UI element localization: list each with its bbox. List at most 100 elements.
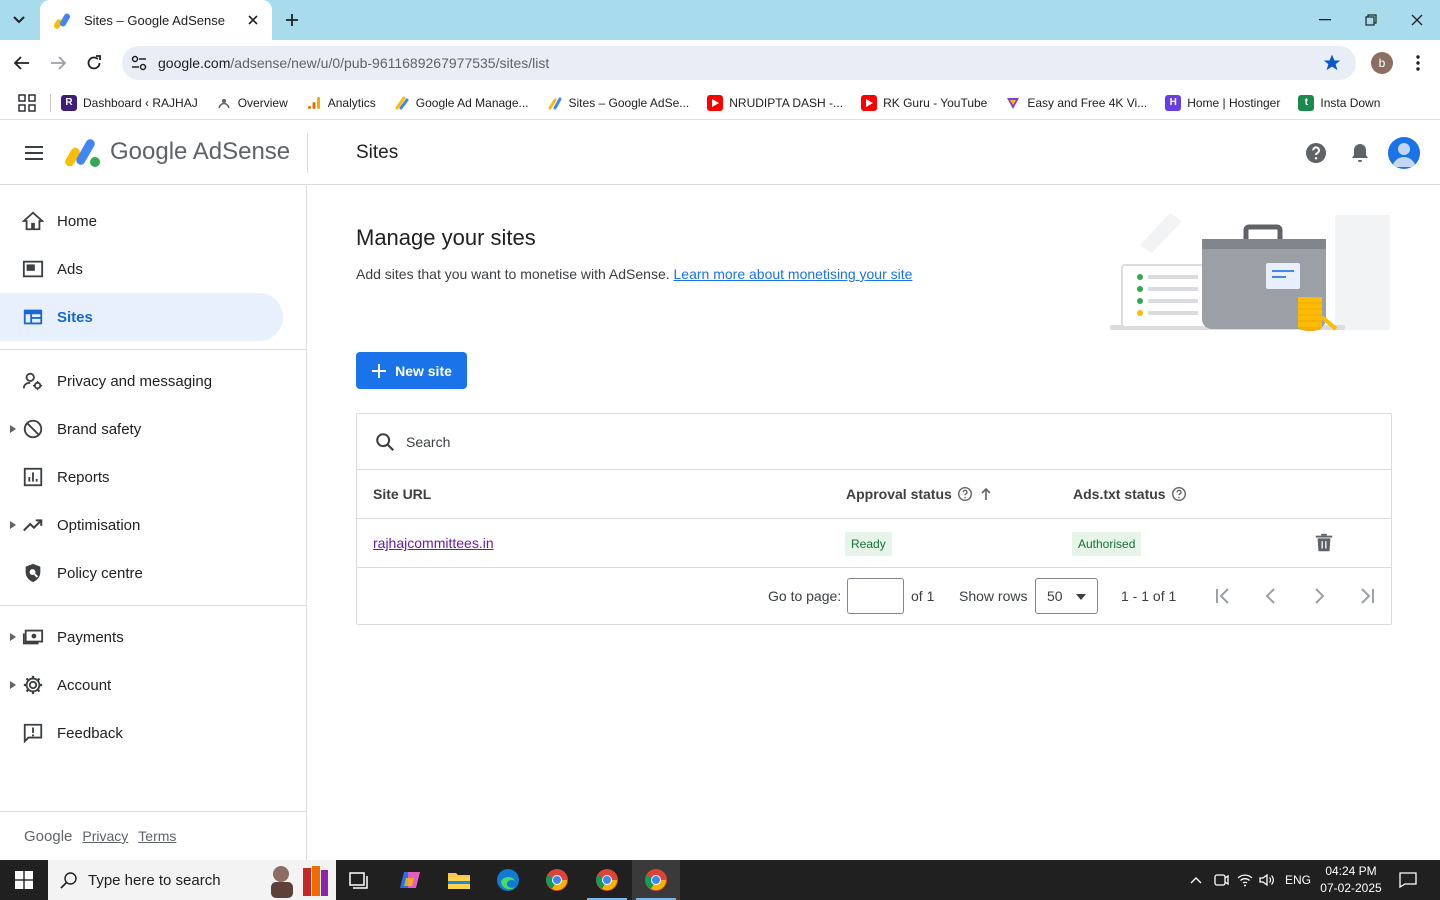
- tab-search-button[interactable]: [6, 7, 32, 33]
- feedback-icon: [23, 723, 43, 744]
- column-header-approval-status[interactable]: Approval status: [846, 486, 994, 502]
- minimize-button[interactable]: [1302, 0, 1348, 40]
- help-outline-icon[interactable]: [1171, 486, 1187, 502]
- nav-divider: [0, 349, 307, 350]
- task-view-button[interactable]: [336, 860, 384, 900]
- taskbar-chrome[interactable]: [533, 860, 581, 900]
- search-input[interactable]: [406, 433, 1391, 450]
- chrome-icon: [645, 869, 667, 891]
- delete-trash-icon[interactable]: [1313, 532, 1335, 554]
- taskbar-copilot[interactable]: [386, 860, 434, 900]
- tray-network-button[interactable]: [1234, 860, 1256, 900]
- forward-button[interactable]: [44, 49, 72, 77]
- sidebar-item-feedback[interactable]: Feedback: [0, 709, 283, 757]
- sidebar-item-payments[interactable]: Payments: [0, 613, 283, 661]
- sidebar-item-label: Sites: [57, 308, 93, 326]
- taskbar-file-explorer[interactable]: [435, 860, 483, 900]
- last-page-icon[interactable]: [1355, 584, 1379, 608]
- help-outline-icon[interactable]: [957, 486, 973, 502]
- bookmark-label: Home | Hostinger: [1187, 95, 1281, 110]
- sidebar-item-home[interactable]: Home: [0, 197, 283, 245]
- person-icon: [1392, 143, 1416, 167]
- privacy-icon: [22, 372, 43, 391]
- sidebar-item-reports[interactable]: Reports: [0, 453, 283, 501]
- bookmark-item[interactable]: RK Guru - YouTube: [861, 94, 987, 111]
- account-avatar[interactable]: [1388, 137, 1420, 169]
- reload-button[interactable]: [80, 49, 108, 77]
- privacy-link[interactable]: Privacy: [82, 828, 128, 844]
- close-window-button[interactable]: [1394, 0, 1440, 40]
- bookmark-item[interactable]: Sites – Google AdSe...: [547, 95, 689, 111]
- expand-arrow-icon: [10, 633, 16, 641]
- bookmark-item[interactable]: NRUDIPTA DASH -...: [707, 94, 843, 111]
- adsense-icon: [547, 95, 563, 111]
- tray-volume-button[interactable]: [1256, 860, 1278, 900]
- sidebar-item-optimisation[interactable]: Optimisation: [0, 501, 283, 549]
- tab-title: Sites – Google AdSense: [84, 12, 225, 28]
- apps-grid-icon[interactable]: [18, 93, 36, 112]
- page-title: Sites: [356, 142, 399, 163]
- approval-status-badge: Ready: [845, 532, 892, 556]
- taskbar-clock[interactable]: 04:24 PM 07-02-2025: [1318, 863, 1384, 897]
- notification-center-button[interactable]: [1392, 860, 1424, 900]
- first-page-icon[interactable]: [1211, 584, 1235, 608]
- bookmark-item[interactable]: H Home | Hostinger: [1165, 94, 1281, 111]
- taskbar-edge[interactable]: [484, 860, 532, 900]
- sidebar-item-brand-safety[interactable]: Brand safety: [0, 405, 283, 453]
- rows-per-page-select[interactable]: 50: [1035, 578, 1098, 614]
- notifications-bell-icon[interactable]: [1348, 141, 1372, 165]
- start-button[interactable]: [0, 860, 48, 900]
- sidebar-item-ads[interactable]: Ads: [0, 245, 283, 293]
- new-site-button[interactable]: New site: [356, 352, 467, 389]
- sidebar-item-privacy[interactable]: Privacy and messaging: [0, 357, 283, 405]
- sidebar-item-sites[interactable]: Sites: [0, 293, 283, 341]
- minimize-icon: [1319, 19, 1331, 21]
- taskbar-chrome-profile[interactable]: [583, 860, 631, 900]
- address-bar[interactable]: google.com/adsense/new/u/0/pub-961168926…: [122, 46, 1356, 80]
- bookmark-item[interactable]: Easy and Free 4K Vi...: [1005, 95, 1147, 111]
- help-icon[interactable]: [1304, 141, 1328, 165]
- caret-down-icon: [1076, 594, 1086, 600]
- restore-button[interactable]: [1348, 0, 1394, 40]
- bookmark-item[interactable]: Overview: [216, 95, 288, 111]
- section-title: Manage your sites: [356, 225, 536, 250]
- profile-avatar[interactable]: b: [1371, 52, 1393, 74]
- bookmark-item[interactable]: R Dashboard ‹ RAJHAJ: [61, 94, 198, 111]
- browser-tab-active[interactable]: Sites – Google AdSense: [40, 0, 272, 40]
- sort-arrow-up-icon[interactable]: [978, 486, 994, 502]
- back-button[interactable]: [8, 49, 36, 77]
- tray-overflow-button[interactable]: [1184, 860, 1208, 900]
- taskbar-chrome-active[interactable]: [632, 860, 680, 900]
- url-host: google.com: [158, 55, 231, 71]
- terms-link[interactable]: Terms: [138, 828, 176, 844]
- menu-icon[interactable]: [22, 141, 46, 165]
- browser-menu-button[interactable]: [1408, 52, 1428, 74]
- sidebar-footer: Google Privacy Terms: [0, 811, 307, 860]
- next-page-icon[interactable]: [1307, 584, 1331, 608]
- page-number-input[interactable]: [847, 578, 904, 614]
- payments-icon: [22, 629, 44, 645]
- expand-arrow-icon: [10, 521, 16, 529]
- tray-meet-button[interactable]: [1210, 860, 1232, 900]
- policy-icon: [25, 563, 41, 583]
- sidebar-item-label: Account: [57, 676, 112, 694]
- bookmark-item[interactable]: t Insta Down: [1298, 94, 1380, 111]
- tray-language[interactable]: ENG: [1280, 860, 1316, 900]
- new-tab-button[interactable]: [280, 8, 304, 32]
- site-url-link[interactable]: rajhajcommittees.in: [373, 535, 494, 551]
- bookmark-label: Dashboard ‹ RAJHAJ: [83, 95, 198, 110]
- previous-page-icon[interactable]: [1259, 584, 1283, 608]
- bookmark-star-icon[interactable]: [1322, 53, 1342, 73]
- sidebar-item-account[interactable]: Account: [0, 661, 283, 709]
- trending-icon: [23, 519, 43, 532]
- taskbar-search-box[interactable]: Type here to search: [48, 860, 336, 900]
- tab-close-icon[interactable]: [244, 11, 262, 29]
- sidebar-item-policy-centre[interactable]: Policy centre: [0, 549, 283, 597]
- learn-more-link[interactable]: Learn more about monetising your site: [674, 266, 913, 282]
- block-icon: [23, 419, 43, 439]
- bookmark-item[interactable]: Analytics: [306, 95, 376, 111]
- sidebar-item-label: Ads: [57, 260, 83, 278]
- url-path: /adsense/new/u/0/pub-9611689267977535/si…: [230, 55, 550, 71]
- bookmark-item[interactable]: Google Ad Manage...: [394, 95, 529, 111]
- description-text: Add sites that you want to monetise with…: [356, 266, 674, 282]
